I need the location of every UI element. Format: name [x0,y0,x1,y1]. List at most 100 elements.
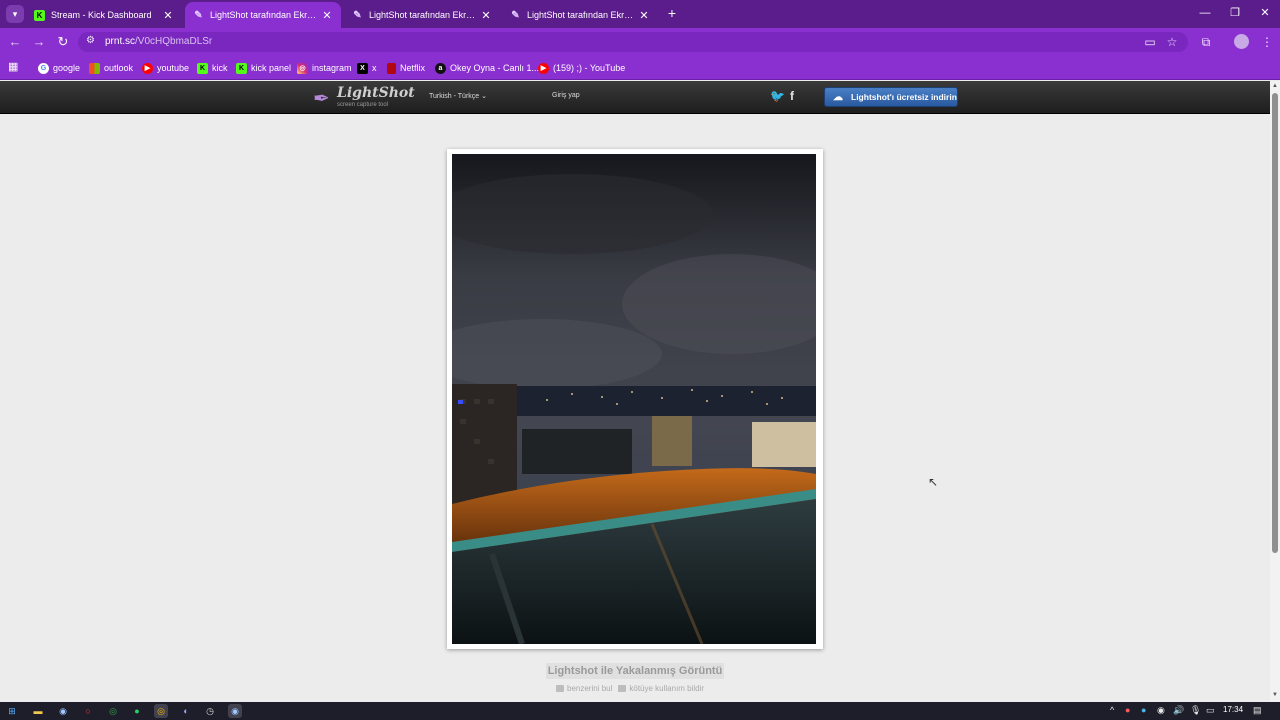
twitter-icon[interactable]: 🐦 [770,89,785,103]
mouse-cursor-icon: ↖ [928,475,939,489]
restore-icon[interactable]: ❐ [1225,5,1245,21]
chrome-active-icon[interactable]: ◎ [154,704,168,718]
chrome-icon[interactable]: ◎ [106,704,120,718]
tray-steam-icon[interactable]: ◉ [1157,705,1165,716]
bookmark-okey[interactable]: a Okey Oyna - Canlı 1... [435,60,539,76]
camera-icon [556,685,564,693]
cast-icon[interactable]: ▭ [1142,34,1158,50]
feather-logo-icon: ✒ [313,88,330,110]
x-icon: X [357,62,368,74]
tab-lightshot-2[interactable]: ✎ LightShot tarafından Ekran Gör ✕ [344,2,500,28]
new-tab-icon[interactable]: + [664,5,680,21]
caption-links: benzerini bul kötüye kullanım bildir [556,684,726,696]
bookmark-label: outlook [104,63,134,73]
tab-title: LightShot tarafından Ekran Gör [210,10,317,20]
window-close-icon[interactable]: ✕ [1255,5,1275,21]
site-info-icon[interactable]: ⚙ [86,35,95,46]
address-bar[interactable]: ⚙ prnt.sc/V0cHQbmaDLSr [78,32,1188,52]
find-similar-link[interactable]: benzerini bul [556,684,612,696]
bookmark-netflix[interactable]: Netflix [387,60,425,76]
cloud-download-icon: ☁ [833,91,843,103]
back-icon[interactable]: ← [7,34,23,50]
lightshot-logo[interactable]: ✒ LightShot screen capture tool [313,85,415,111]
bookmark-label: Netflix [400,63,426,73]
close-icon[interactable]: ✕ [321,9,333,22]
extensions-icon[interactable]: ⧉ [1198,34,1214,50]
page-scrollbar[interactable]: ▲ ▼ [1270,81,1280,702]
tab-title: LightShot tarafından Ekran Gör [527,10,634,20]
feather-icon: ✎ [511,9,520,21]
bookmark-instagram[interactable]: ◎ instagram [297,60,352,76]
spotify-icon[interactable]: ● [130,704,144,718]
youtube-icon: ▶ [142,62,153,74]
file-explorer-icon[interactable]: ▬ [31,704,45,718]
menu-icon[interactable]: ⋮ [1259,34,1275,50]
language-label: Turkish - Türkçe [429,93,480,100]
close-icon[interactable]: ✕ [162,9,174,22]
bookmark-youtube-159[interactable]: ▶ (159) ;) - YouTube [538,60,625,76]
bookmark-label: x [372,63,377,73]
windows-start-icon[interactable]: ⊞ [5,704,19,718]
tab-search-icon[interactable]: ▾ [6,5,24,23]
language-selector[interactable]: Turkish - Türkçe ⌄ [429,92,487,100]
opera-icon[interactable]: ○ [81,704,95,718]
bookmark-youtube[interactable]: ▶ youtube [142,60,189,76]
bookmark-label: (159) ;) - YouTube [553,63,626,73]
bookmark-label: kick panel [251,63,292,73]
apps-grid-icon[interactable]: ▦ [8,61,20,73]
download-button[interactable]: ☁ Lightshot'ı ücretsiz indirin [824,87,958,107]
youtube-icon: ▶ [538,62,549,74]
bookmark-label: instagram [312,63,352,73]
kick-icon: K [236,62,247,74]
bookmark-kick[interactable]: K kick [197,60,228,76]
screenshot-image[interactable] [452,154,816,644]
taskbar-clock[interactable]: 17:34 [1223,705,1243,714]
instagram-icon: ◎ [297,62,308,74]
lightshot-header: ✒ LightShot screen capture tool Turkish … [0,81,1270,114]
tab-lightshot-3[interactable]: ✎ LightShot tarafından Ekran Gör ✕ [502,2,658,28]
netflix-icon [387,62,396,74]
clock-app-icon[interactable]: ◷ [203,704,217,718]
scroll-up-icon[interactable]: ▲ [1272,83,1278,89]
kick-icon: K [34,9,45,21]
notifications-icon[interactable]: ▤ [1253,705,1262,716]
facebook-icon[interactable]: f [790,89,794,103]
scroll-down-icon[interactable]: ▼ [1272,692,1278,698]
tab-kick-dashboard[interactable]: K Stream - Kick Dashboard ✕ [26,2,182,28]
url-text: prnt.sc/V0cHQbmaDLSr [105,36,213,47]
tray-app-icon[interactable]: ● [1125,705,1130,715]
bookmark-label: google [53,63,81,73]
tray-network-app-icon[interactable]: ● [1141,705,1146,715]
bookmark-outlook[interactable]: outlook [89,60,133,76]
profile-avatar[interactable] [1234,34,1249,49]
feather-icon: ✎ [353,9,362,21]
volume-icon[interactable]: 🔊 [1173,705,1184,716]
minimize-icon[interactable]: — [1195,5,1215,21]
bookmark-star-icon[interactable]: ☆ [1164,34,1180,50]
tab-title: Stream - Kick Dashboard [51,10,152,20]
bookmarks-bar: ▦ G google outlook ▶ youtube K kick K ki… [0,56,1280,80]
flag-icon [618,685,627,693]
forward-icon[interactable]: → [31,34,47,50]
browser-toolbar: ← → ↻ ⚙ prnt.sc/V0cHQbmaDLSr ▭ ☆ ⧉ ⋮ [0,28,1280,56]
caption-title: Lightshot ile Yakalanmış Görüntü [546,663,724,679]
close-icon[interactable]: ✕ [638,9,650,22]
reload-icon[interactable]: ↻ [55,34,71,50]
report-abuse-link[interactable]: kötüye kullanım bildir [618,684,704,696]
bookmark-x[interactable]: X x [357,60,377,76]
steam-icon[interactable]: ◉ [56,704,70,718]
screenshot-frame [447,149,823,649]
scrollbar-thumb[interactable] [1272,93,1278,553]
tray-expand-icon[interactable]: ^ [1110,705,1114,715]
download-label: Lightshot'ı ücretsiz indirin [851,92,957,102]
tab-lightshot-active[interactable]: ✎ LightShot tarafından Ekran Gör ✕ [185,2,341,28]
bookmark-google[interactable]: G google [38,60,80,76]
bookmark-kick-panel[interactable]: K kick panel [236,60,291,76]
close-icon[interactable]: ✕ [480,9,492,22]
microphone-icon[interactable]: 🎙 [1190,705,1201,716]
obs-icon[interactable]: ◐ [179,704,193,718]
steam-active-icon[interactable]: ◉ [228,704,242,718]
display-icon[interactable]: ▭ [1206,705,1215,716]
kick-icon: K [197,62,208,74]
login-link[interactable]: Giriş yap [552,92,580,99]
